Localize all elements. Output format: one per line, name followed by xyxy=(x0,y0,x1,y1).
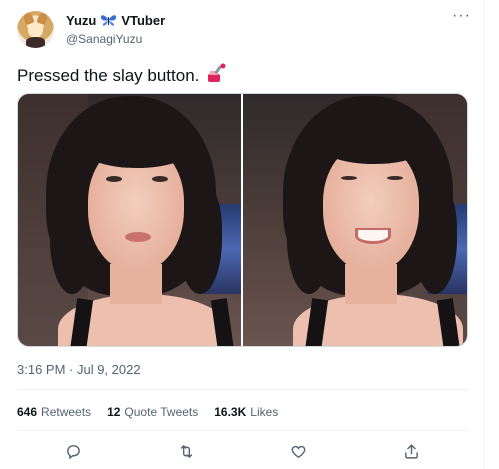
tweet-text: Pressed the slay button. xyxy=(17,63,227,88)
retweet-icon[interactable] xyxy=(175,440,197,462)
nail-polish-icon xyxy=(205,63,227,88)
tweet-text-body: Pressed the slay button. xyxy=(17,65,200,85)
tweet-actions xyxy=(17,440,468,462)
display-name[interactable]: Yuzu VTuber xyxy=(66,13,165,28)
photo-2[interactable] xyxy=(243,94,467,346)
display-name-suffix: VTuber xyxy=(121,13,166,28)
tweet-media[interactable] xyxy=(17,93,468,347)
display-name-text: Yuzu xyxy=(66,13,97,28)
share-icon[interactable] xyxy=(401,440,423,462)
reply-icon[interactable] xyxy=(62,440,84,462)
butterfly-icon xyxy=(100,14,117,27)
divider xyxy=(17,389,468,390)
divider xyxy=(17,430,468,431)
tweet-timestamp[interactable]: 3:16 PM · Jul 9, 2022 xyxy=(17,362,141,377)
tweet-card: Yuzu VTuber @SanagiYuzu ··· Pressed the … xyxy=(0,0,485,469)
likes-stat[interactable]: 16.3K Likes xyxy=(214,405,278,419)
quote-tweets-stat[interactable]: 12 Quote Tweets xyxy=(107,405,198,419)
retweets-stat[interactable]: 646 Retweets xyxy=(17,405,91,419)
photo-1[interactable] xyxy=(18,94,241,346)
more-options-icon[interactable]: ··· xyxy=(452,8,471,24)
tweet-stats: 646 Retweets 12 Quote Tweets 16.3K Likes xyxy=(17,405,278,419)
like-icon[interactable] xyxy=(288,440,310,462)
user-handle[interactable]: @SanagiYuzu xyxy=(66,32,142,46)
avatar[interactable] xyxy=(17,11,54,48)
